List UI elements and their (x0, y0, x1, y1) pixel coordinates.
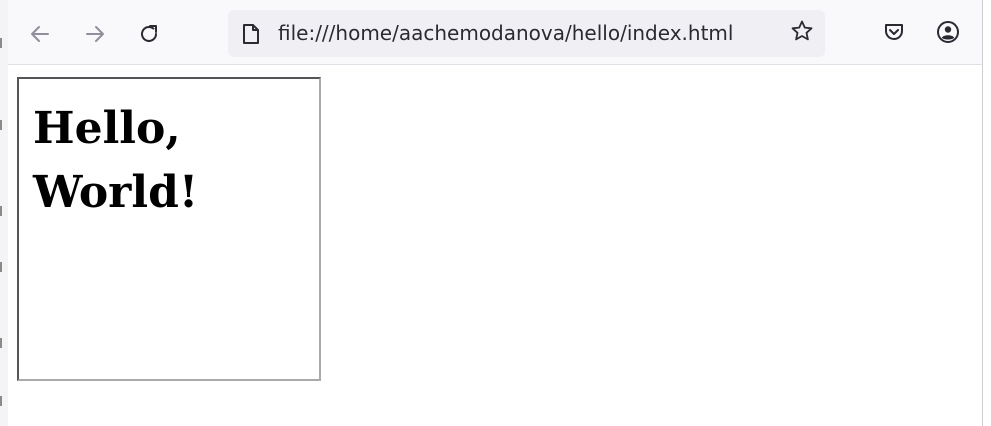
heading-line-1: Hello, (33, 103, 181, 154)
reload-button[interactable] (133, 18, 165, 50)
url-text[interactable]: file:///home/aachemodanova/hello/index.h… (278, 21, 733, 45)
back-button[interactable] (24, 18, 56, 50)
browser-window: file:///home/aachemodanova/hello/index.h… (0, 0, 991, 426)
heading-line-2: World! (33, 167, 199, 218)
reload-icon (137, 22, 161, 46)
star-icon (790, 19, 814, 47)
account-icon (936, 20, 960, 48)
window-right-edge (982, 0, 991, 426)
bookmark-button[interactable] (789, 20, 815, 46)
save-to-pocket-button[interactable] (880, 20, 908, 48)
navigation-toolbar: file:///home/aachemodanova/hello/index.h… (8, 0, 982, 65)
account-button[interactable] (934, 20, 962, 48)
page-viewport: Hello, World! (8, 65, 982, 426)
pocket-icon (882, 20, 906, 48)
address-bar[interactable]: file:///home/aachemodanova/hello/index.h… (228, 10, 825, 57)
document-icon (242, 23, 260, 45)
forward-button[interactable] (79, 18, 111, 50)
hello-box: Hello, World! (17, 77, 321, 381)
arrow-left-icon (28, 22, 52, 46)
arrow-right-icon (83, 22, 107, 46)
page-heading: Hello, World! (19, 79, 319, 225)
